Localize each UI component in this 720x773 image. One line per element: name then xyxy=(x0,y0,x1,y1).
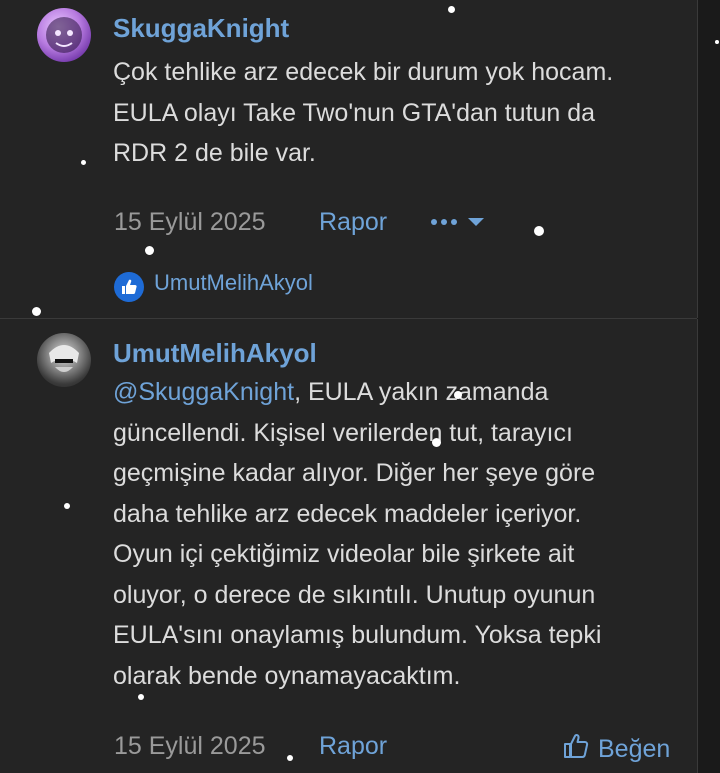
comment-line: güncellendi. Kişisel verilerden tut, tar… xyxy=(113,418,573,447)
ellipsis-dropdown-icon[interactable] xyxy=(430,210,486,240)
snow-particle xyxy=(715,40,719,44)
comment-line: RDR 2 de bile var. xyxy=(113,139,316,167)
thumbs-up-outline-icon xyxy=(562,732,590,767)
comment-line: @SkuggaKnight, EULA yakın zamanda xyxy=(113,372,683,413)
comment-text: , EULA yakın zamanda xyxy=(294,378,549,406)
snow-particle xyxy=(32,307,41,316)
report-link[interactable]: Rapor xyxy=(319,208,387,237)
comment-date[interactable]: 15 Eylül 2025 xyxy=(114,732,266,761)
liker-name[interactable]: UmutMelihAkyol xyxy=(154,270,313,296)
comment-line: Çok tehlike arz edecek bir durum yok hoc… xyxy=(113,58,614,86)
like-label: Beğen xyxy=(598,735,671,763)
snow-particle xyxy=(138,694,144,700)
snow-particle xyxy=(432,438,441,447)
comment-line: geçmişine kadar alıyor. Diğer her şeye g… xyxy=(113,459,596,487)
avatar[interactable] xyxy=(37,333,91,387)
snow-particle xyxy=(81,160,86,165)
mention-link[interactable]: @SkuggaKnight xyxy=(113,378,294,406)
thumbs-up-icon xyxy=(114,272,144,302)
username[interactable]: SkuggaKnight xyxy=(113,13,289,44)
snow-particle xyxy=(448,6,455,13)
comment-date[interactable]: 15 Eylül 2025 xyxy=(114,208,266,237)
like-button[interactable]: Beğen xyxy=(562,732,670,767)
snow-particle xyxy=(64,503,70,509)
snow-particle xyxy=(534,226,544,236)
username[interactable]: UmutMelihAkyol xyxy=(113,338,317,369)
comment-line: Oyun içi çektiğimiz videolar bile şirket… xyxy=(113,540,575,568)
comment-line: EULA'sını onaylamış bulundum. Yoksa tepk… xyxy=(113,621,602,649)
snow-particle xyxy=(145,246,154,255)
comment-body: @SkuggaKnight, EULA yakın zamanda güncel… xyxy=(113,372,683,696)
report-link[interactable]: Rapor xyxy=(319,732,387,761)
comment-line: daha tehlike arz edecek maddeler içeriyo… xyxy=(113,499,582,528)
comment-line: olarak bende oynamayacaktım. xyxy=(113,661,461,690)
comment-line: EULA olayı Take Two'nun GTA'dan tutun da xyxy=(113,98,596,127)
snow-particle xyxy=(287,755,293,761)
comment-body: Çok tehlike arz edecek bir durum yok hoc… xyxy=(113,52,673,174)
avatar[interactable] xyxy=(37,8,91,62)
comment-line: oluyor, o derece de sıkıntılı. Unutup oy… xyxy=(113,580,596,609)
snow-particle xyxy=(454,391,462,399)
